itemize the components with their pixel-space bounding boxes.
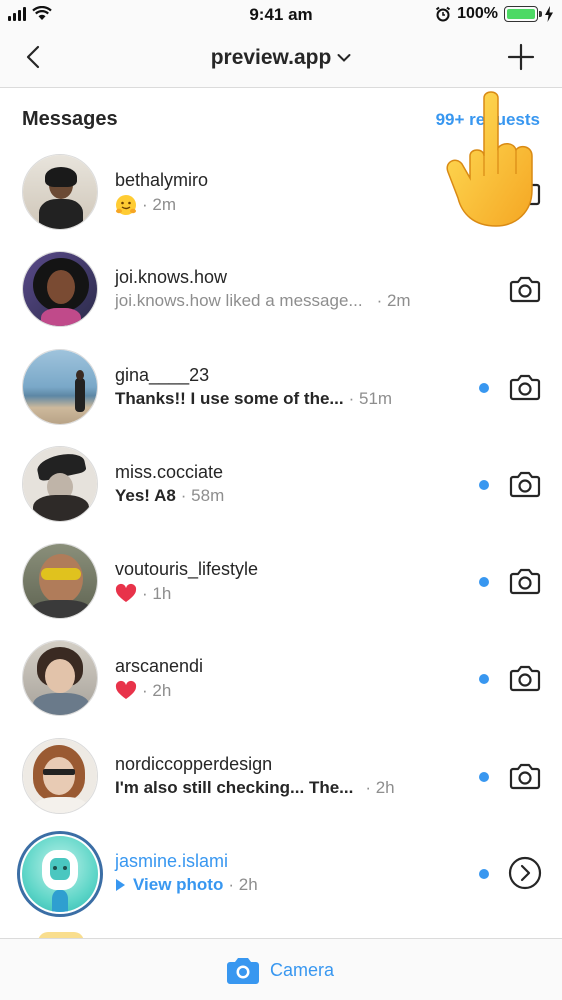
thread-preview: View photo · 2h xyxy=(115,875,258,895)
nav-bar: preview.app xyxy=(0,30,562,88)
unread-indicator xyxy=(479,771,489,782)
red-heart-emoji-icon xyxy=(115,681,137,700)
thread-preview: Thanks!! I use some of the... · 51m xyxy=(115,389,392,409)
thread-time: · 51m xyxy=(348,388,393,408)
thread-time: · 1h xyxy=(142,584,172,604)
camera-icon[interactable] xyxy=(507,563,543,599)
status-bar: 9:41 am 100% xyxy=(0,0,562,30)
thread-row[interactable]: nordiccopperdesign I'm also still checki… xyxy=(0,730,562,827)
thread-time: · 2m xyxy=(376,291,411,311)
thread-preview: · 2h xyxy=(115,680,171,702)
thread-row[interactable]: voutouris_lifestyle · 1h xyxy=(0,535,562,632)
thread-time: · 2h xyxy=(228,875,258,895)
pointing-hand-icon xyxy=(446,91,533,227)
thread-row[interactable]: gina____23 Thanks!! I use some of the...… xyxy=(0,341,562,438)
avatar xyxy=(22,737,98,814)
thread-time: · 2m xyxy=(142,195,176,214)
camera-icon[interactable] xyxy=(507,466,543,502)
battery-percent: 100% xyxy=(457,5,498,22)
battery-icon xyxy=(504,6,542,22)
thread-username: miss.cocciate xyxy=(115,461,224,482)
thread-row[interactable]: jasmine.islami View photo · 2h xyxy=(0,827,562,924)
avatar xyxy=(22,445,98,522)
camera-filled-icon xyxy=(227,958,259,984)
camera-icon[interactable] xyxy=(507,758,543,794)
chevron-down-icon xyxy=(337,54,351,63)
thread-username: voutouris_lifestyle xyxy=(115,559,259,580)
thread-list: bethalymiro · 2m joi.knows.how joi.knows… xyxy=(0,146,562,924)
thread-row[interactable]: joi.knows.how joi.knows.how liked a mess… xyxy=(0,243,562,340)
view-photo-link[interactable]: View photo xyxy=(133,875,223,895)
play-triangle-icon xyxy=(116,879,125,892)
account-switcher[interactable]: preview.app xyxy=(0,46,562,70)
thread-row[interactable]: arscanendi · 2h xyxy=(0,632,562,729)
unread-indicator xyxy=(479,577,489,588)
red-heart-emoji-icon xyxy=(115,584,137,603)
thread-preview-text: Thanks!! I use some of the... xyxy=(115,388,344,408)
nav-title-text: preview.app xyxy=(210,46,332,69)
thread-row[interactable]: miss.cocciate Yes! A8 · 58m xyxy=(0,438,562,535)
unread-indicator xyxy=(479,869,489,880)
unread-indicator xyxy=(479,479,489,490)
thread-username: joi.knows.how xyxy=(115,267,228,288)
thread-time: · 2h xyxy=(365,777,395,797)
thread-preview: Yes! A8 · 58m xyxy=(115,486,224,506)
charging-bolt-icon xyxy=(545,6,553,22)
thread-username: jasmine.islami xyxy=(115,851,229,872)
thread-username: nordiccopperdesign xyxy=(115,753,273,774)
status-right: 100% xyxy=(435,5,554,23)
avatar xyxy=(22,640,98,717)
avatar xyxy=(22,251,98,328)
thread-preview: · 2m xyxy=(115,194,176,216)
messages-title: Messages xyxy=(22,108,118,130)
avatar xyxy=(22,836,98,913)
camera-button[interactable]: Camera xyxy=(226,955,334,985)
new-message-button[interactable] xyxy=(506,42,536,72)
thread-preview-text: Yes! A8 xyxy=(115,485,176,505)
thread-preview-text: I'm also still checking... The... xyxy=(115,777,354,797)
thread-username: gina____23 xyxy=(115,364,210,385)
hugging-face-emoji-icon xyxy=(116,195,136,215)
avatar xyxy=(22,543,98,620)
camera-icon[interactable] xyxy=(507,271,543,307)
camera-icon[interactable] xyxy=(507,660,543,696)
thread-preview: I'm also still checking... The... · 2h xyxy=(115,778,395,798)
thread-preview: · 1h xyxy=(115,583,171,605)
thread-username: arscanendi xyxy=(115,656,204,677)
thread-username: bethalymiro xyxy=(115,170,209,190)
avatar xyxy=(22,348,98,425)
alarm-icon xyxy=(435,6,451,22)
thread-time: · 58m xyxy=(180,485,225,505)
camera-icon[interactable] xyxy=(507,369,543,405)
thread-preview-text: joi.knows.how liked a message... xyxy=(115,291,363,311)
avatar xyxy=(22,154,98,230)
unread-indicator xyxy=(479,674,489,685)
thread-preview: joi.knows.how liked a message... · 2m xyxy=(115,291,411,311)
unread-indicator xyxy=(479,382,489,393)
bottom-bar: Camera xyxy=(0,938,562,1000)
thread-time: · 2h xyxy=(142,681,172,701)
camera-label: Camera xyxy=(270,959,335,980)
chevron-right-circle-icon[interactable] xyxy=(507,855,543,891)
